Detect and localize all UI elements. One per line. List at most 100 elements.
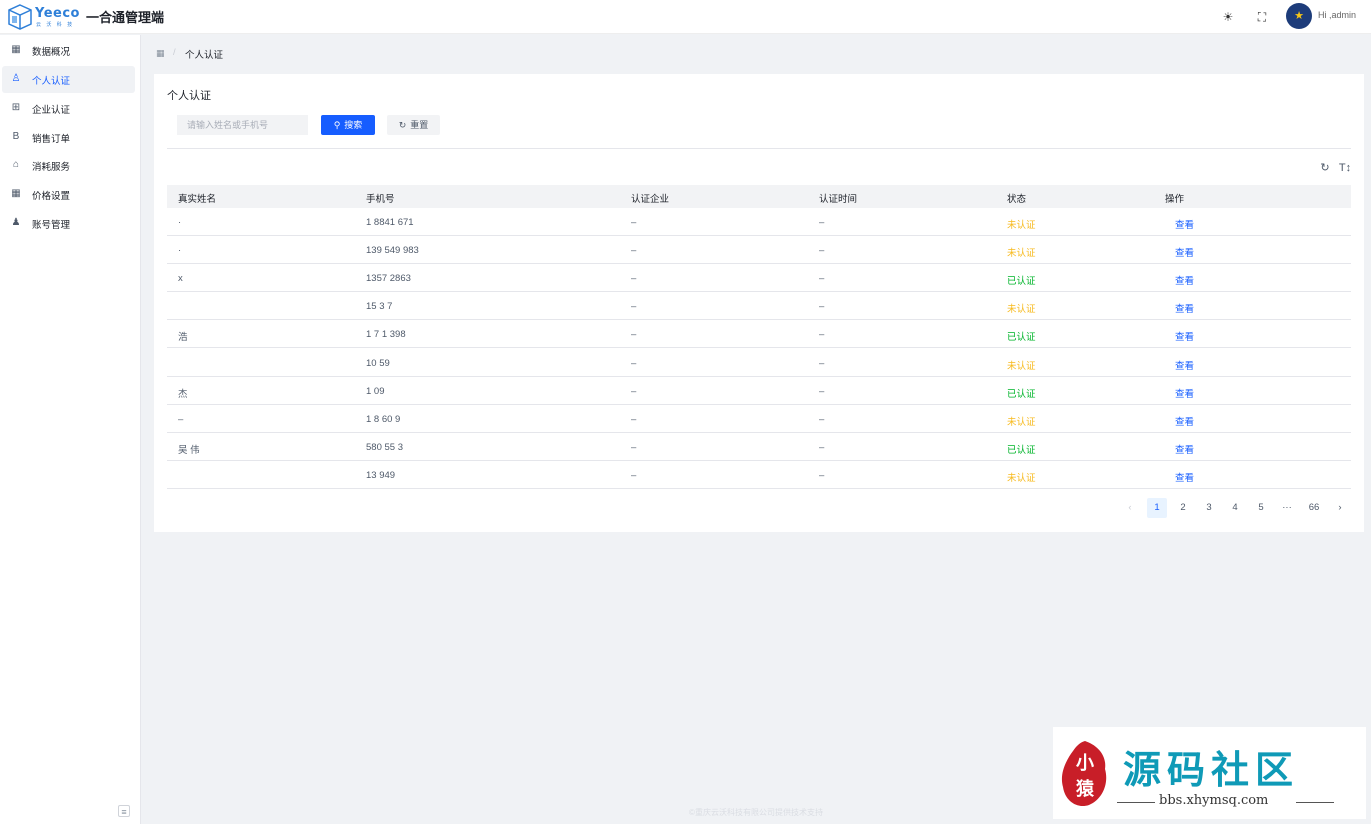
status-badge: 未认证 xyxy=(1007,472,1036,484)
view-link[interactable]: 查看 xyxy=(1175,245,1194,259)
sidebar-item-label: 账号管理 xyxy=(32,220,71,231)
status-badge: 未认证 xyxy=(1007,360,1036,372)
table-cell-name: 杰 xyxy=(178,388,188,400)
table-cell-company: – xyxy=(631,217,637,228)
grid-icon: ▦ xyxy=(11,44,21,55)
breadcrumb-current: 个人认证 xyxy=(185,50,224,61)
sidebar-item-label: 价格设置 xyxy=(32,191,71,202)
view-link[interactable]: 查看 xyxy=(1175,358,1194,372)
content-card: 个人认证 ⚲搜索 ↻重置 ↻ T↕ 真实姓名 手机号 认证企业 认证时间 状态 … xyxy=(154,74,1364,532)
status-badge: 已认证 xyxy=(1007,444,1036,456)
sidebar-item-label: 销售订单 xyxy=(32,134,71,145)
table-cell-company: – xyxy=(631,441,637,453)
top-header: Yeeco 云 沃 科 技 一合通管理端 ☀ ⛶ ★ Hi ,admin xyxy=(0,0,1371,34)
search-button[interactable]: ⚲ 搜索 xyxy=(321,115,375,135)
app-title: 一合通管理端 xyxy=(86,10,165,25)
table-row: · 1 8841 671 – – 未认证 查看 xyxy=(167,208,1351,236)
table-cell-phone: 1 09 xyxy=(366,385,385,397)
watermark-rule xyxy=(1117,802,1155,803)
user-greeting[interactable]: Hi ,admin xyxy=(1318,10,1356,20)
table-cell-time: – xyxy=(819,413,825,425)
watermark-rule xyxy=(1296,802,1334,803)
sidebar-item-label: 企业认证 xyxy=(32,105,71,116)
sidebar-item-enterprise-auth[interactable]: ⊞ 企业认证 xyxy=(2,95,135,122)
sidebar-item-pricing[interactable]: ▦ 价格设置 xyxy=(2,181,135,208)
sidebar-item-label: 消耗服务 xyxy=(32,162,71,173)
table-cell-phone: 15 3 7 xyxy=(366,301,393,313)
breadcrumb-separator: / xyxy=(173,47,176,58)
column-header: 操作 xyxy=(1165,194,1185,205)
svg-text:猿: 猿 xyxy=(1075,778,1095,800)
table-cell-name: 浩 xyxy=(178,332,188,344)
fullscreen-icon[interactable]: ⛶ xyxy=(1252,7,1272,27)
page-button[interactable]: 3 xyxy=(1199,498,1219,518)
page-button[interactable]: 66 xyxy=(1304,498,1324,518)
table-cell-name: – xyxy=(178,413,184,425)
text-size-icon[interactable]: T↕ xyxy=(1338,161,1352,175)
table-row: 10 59 – – 未认证 查看 xyxy=(167,349,1351,377)
page-button[interactable]: 4 xyxy=(1225,498,1245,518)
logo: Yeeco 云 沃 科 技 xyxy=(8,4,80,30)
refresh-icon[interactable]: ↻ xyxy=(1318,161,1332,175)
sidebar-item-personal-auth[interactable]: ♙ 个人认证 xyxy=(2,66,135,93)
table-cell-company: – xyxy=(631,413,637,425)
prev-page-button[interactable]: ‹ xyxy=(1120,498,1140,518)
watermark: 小 猿 源码社区 bbs.xhymsq.com xyxy=(1053,727,1366,819)
table-cell-time: – xyxy=(819,329,825,341)
page-ellipsis[interactable]: ··· xyxy=(1277,498,1297,518)
page-button[interactable]: 5 xyxy=(1251,498,1271,518)
status-badge: 未认证 xyxy=(1007,248,1036,260)
view-link[interactable]: 查看 xyxy=(1175,217,1194,231)
column-header: 认证企业 xyxy=(631,194,670,205)
table-cell-phone: 1 7 1 398 xyxy=(366,329,406,341)
brand-subtitle: 云 沃 科 技 xyxy=(36,22,75,28)
table-row: 15 3 7 – – 未认证 查看 xyxy=(167,292,1351,321)
status-badge: 已认证 xyxy=(1007,388,1036,400)
brand-name: Yeeco xyxy=(35,6,80,21)
reset-button[interactable]: ↻ 重置 xyxy=(387,115,440,135)
view-link[interactable]: 查看 xyxy=(1175,414,1194,428)
status-badge: 已认证 xyxy=(1007,332,1036,344)
sidebar-item-label: 数据概况 xyxy=(32,47,71,58)
sidebar-item-accounts[interactable]: ♟ 账号管理 xyxy=(2,210,135,237)
page-button[interactable]: 2 xyxy=(1173,498,1193,518)
table-row: 13 949 – – 未认证 查看 xyxy=(167,461,1351,489)
table-row: 浩 1 7 1 398 – – 已认证 查看 xyxy=(167,320,1351,349)
bold-b-icon: B xyxy=(12,131,20,142)
sidebar: ▦ 数据概况 ♙ 个人认证 ⊞ 企业认证 B 销售订单 ⌂ 消耗服务 ▦ 价格设… xyxy=(0,35,141,824)
page-button[interactable]: 1 xyxy=(1147,498,1167,518)
sidebar-item-consumption[interactable]: ⌂ 消耗服务 xyxy=(2,152,135,179)
view-link[interactable]: 查看 xyxy=(1175,470,1194,484)
next-page-button[interactable]: › xyxy=(1330,498,1350,518)
divider xyxy=(167,148,1351,149)
status-badge: 已认证 xyxy=(1007,276,1036,288)
avatar[interactable]: ★ xyxy=(1286,3,1312,29)
page-title: 个人认证 xyxy=(167,90,211,102)
sidebar-item-label: 个人认证 xyxy=(32,76,71,87)
search-input[interactable] xyxy=(177,115,308,135)
table-cell-name: · xyxy=(178,217,182,228)
cube-logo-icon xyxy=(8,4,32,30)
watermark-title: 源码社区 xyxy=(1123,747,1300,792)
apps-icon[interactable]: ▦ xyxy=(156,48,165,59)
sidebar-item-sales-orders[interactable]: B 销售订单 xyxy=(2,124,135,151)
table-cell-time: – xyxy=(819,357,825,369)
sun-icon[interactable]: ☀ xyxy=(1218,7,1238,27)
table-header: 真实姓名 手机号 认证企业 认证时间 状态 操作 xyxy=(167,185,1351,208)
search-icon: ⚲ xyxy=(333,120,341,130)
watermark-url: bbs.xhymsq.com xyxy=(1159,793,1269,808)
view-link[interactable]: 查看 xyxy=(1175,329,1194,343)
apps-icon: ▦ xyxy=(11,188,21,199)
user-group-icon: ♟ xyxy=(11,217,21,228)
table-cell-company: – xyxy=(631,301,637,313)
table-cell-name: · xyxy=(178,245,182,257)
sidebar-item-overview[interactable]: ▦ 数据概况 xyxy=(2,37,135,64)
collapse-sidebar-icon[interactable]: ≡ xyxy=(118,805,130,817)
view-link[interactable]: 查看 xyxy=(1175,442,1194,456)
view-link[interactable]: 查看 xyxy=(1175,273,1194,287)
view-link[interactable]: 查看 xyxy=(1175,301,1194,315)
view-link[interactable]: 查看 xyxy=(1175,386,1194,400)
column-header: 手机号 xyxy=(366,194,395,205)
table-cell-time: – xyxy=(819,301,825,313)
column-header: 状态 xyxy=(1007,194,1027,205)
